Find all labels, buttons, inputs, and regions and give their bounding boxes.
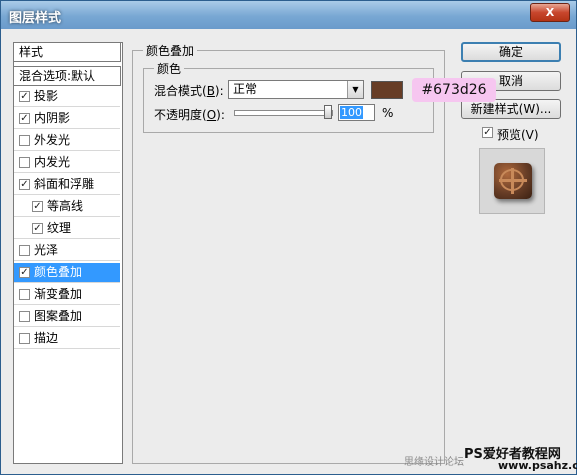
overlay-color-swatch[interactable] [371,81,403,99]
color-hex-callout: #673d26 [412,78,496,102]
style-item[interactable]: 渐变叠加 [14,285,120,305]
style-item-label: 等高线 [47,199,84,213]
style-item[interactable]: 内发光 [14,153,120,173]
style-item-checkbox[interactable]: ✓ [32,223,43,234]
preview-tile-bar-h [499,179,527,182]
style-list-header[interactable]: 样式 [13,42,121,62]
chevron-down-icon[interactable]: ▼ [347,81,363,98]
style-item[interactable]: ✓ 投影 [14,87,120,107]
blend-mode-value: 正常 [233,82,258,96]
style-preview [479,148,545,214]
blend-mode-label: 混合模式(B): [154,84,224,98]
preview-tile [494,163,532,199]
dialog-client: 样式 混合选项:默认 ✓ 投影 ✓ 内阴影外发光内发光 ✓ 斜面和浮雕 ✓ 等高线 ✓ 纹理光泽 ✓… [6,30,571,470]
style-item-checkbox[interactable]: ✓ [19,267,30,278]
opacity-value: 100 [340,106,363,119]
color-subgroup: 颜色 混合模式(B): 正常 ▼ 不透明度(O): 100 % [143,60,434,133]
style-item-checkbox[interactable] [19,245,30,256]
style-item[interactable]: 光泽 [14,241,120,261]
opacity-unit: % [382,106,394,120]
preview-label: 预览(V) [497,128,539,142]
style-item[interactable]: ✓ 颜色叠加 [14,263,120,283]
style-item[interactable]: 外发光 [14,131,120,151]
style-item-checkbox[interactable]: ✓ [19,113,30,124]
style-item-label: 投影 [34,89,59,103]
style-list: 样式 混合选项:默认 ✓ 投影 ✓ 内阴影外发光内发光 ✓ 斜面和浮雕 ✓ 等高线 ✓ 纹理光泽 ✓… [13,42,123,464]
style-item-label: 内发光 [34,155,71,169]
style-item-checkbox[interactable]: ✓ [19,91,30,102]
ok-button[interactable]: 确定 [461,42,561,62]
style-item[interactable]: ✓ 纹理 [14,219,120,239]
style-item[interactable]: ✓ 内阴影 [14,109,120,129]
opacity-input[interactable]: 100 [338,104,375,121]
style-item-checkbox[interactable] [19,157,30,168]
style-list-header-label: 样式 [19,45,44,59]
opacity-label: 不透明度(O): [154,108,225,122]
style-item[interactable]: 图案叠加 [14,307,120,327]
blend-mode-select[interactable]: 正常 ▼ [228,80,364,99]
opacity-slider-thumb[interactable] [324,105,332,119]
style-item-label: 内阴影 [34,111,71,125]
watermark-left: 思缘设计论坛 [404,457,464,468]
style-item-checkbox[interactable] [19,311,30,322]
color-overlay-title: 颜色叠加 [143,42,198,59]
style-item-label: 外发光 [34,133,71,147]
blend-options-item[interactable]: 混合选项:默认 [13,66,121,86]
style-item[interactable]: ✓ 斜面和浮雕 [14,175,120,195]
style-item-checkbox[interactable]: ✓ [19,179,30,190]
style-item-checkbox[interactable] [19,333,30,344]
layer-style-dialog: 图层样式 X 样式 混合选项:默认 ✓ 投影 ✓ 内阴影外发光内发光 ✓ 斜面和浮雕 ✓ 等高… [0,0,577,475]
style-item[interactable]: 描边 [14,329,120,349]
style-item-label: 颜色叠加 [34,265,83,279]
style-item-checkbox[interactable]: ✓ [32,201,43,212]
opacity-slider[interactable] [234,105,333,119]
style-item-label: 光泽 [34,243,59,257]
new-style-button[interactable]: 新建样式(W)... [461,99,561,119]
preview-checkbox[interactable]: ✓ [482,127,493,138]
window-title: 图层样式 [9,11,62,26]
style-item-label: 描边 [34,331,59,345]
watermark-url: www.psahz.com [498,459,577,472]
style-item-label: 图案叠加 [34,309,83,323]
style-item[interactable]: ✓ 等高线 [14,197,120,217]
title-bar[interactable]: 图层样式 X [1,1,576,29]
style-item-label: 渐变叠加 [34,287,83,301]
style-item-checkbox[interactable] [19,135,30,146]
color-subgroup-title: 颜色 [154,60,185,77]
close-button[interactable]: X [530,3,570,22]
blend-options-label: 混合选项:默认 [19,69,96,83]
style-item-label: 斜面和浮雕 [34,177,95,191]
color-overlay-group: 颜色叠加 颜色 混合模式(B): 正常 ▼ 不透明度(O): 100 % [132,42,445,464]
style-item-checkbox[interactable] [19,289,30,300]
style-item-label: 纹理 [47,221,72,235]
